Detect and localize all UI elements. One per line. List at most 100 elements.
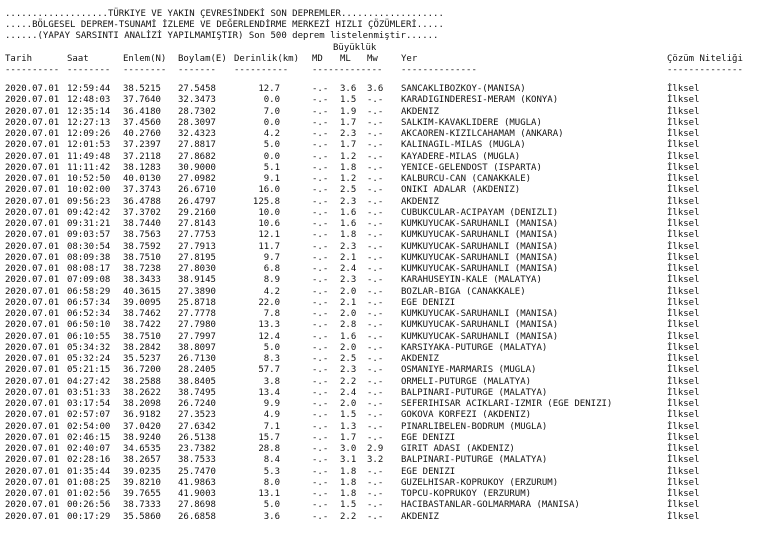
row-date: 2020.07.01 [5,106,60,117]
row-date: 2020.07.01 [5,95,60,106]
row-quality: İlksel [667,387,700,398]
row-ml: 2.5 [340,185,357,196]
row-md: -.- [312,477,329,488]
row-place: AKDENIZ [401,354,439,364]
row-longitude: 25.8718 [178,297,216,308]
row-depth: 0.0 [263,95,280,106]
row-time: 05:32:24 [67,354,111,364]
row-longitude: 26.7240 [178,399,216,409]
row-md: -.- [312,376,329,387]
row-date: 2020.07.01 [5,432,60,443]
row-mw: -.- [367,185,384,196]
row-mw: -.- [367,376,384,387]
row-date: 2020.07.01 [5,162,60,173]
row-date: 2020.07.01 [5,365,60,376]
row-depth: 16.0 [258,185,280,196]
row-quality: İlksel [667,399,700,409]
row-depth: 9.7 [263,252,280,263]
row-md: -.- [312,84,329,94]
row-md: -.- [312,275,329,286]
row-quality: İlksel [667,129,700,139]
row-date: 2020.07.01 [5,376,60,387]
dash-saat: -------- [67,65,111,75]
row-longitude: 26.4797 [178,196,216,207]
row-quality: İlksel [667,106,700,117]
row-mw: -.- [367,410,384,421]
col-mw: Mw [367,54,378,64]
row-depth: 11.7 [258,241,280,252]
row-latitude: 40.3615 [123,286,161,297]
row-ml: 2.3 [340,241,357,252]
row-depth: 8.0 [263,477,280,488]
row-depth: 13.1 [258,489,280,499]
row-longitude: 28.3097 [178,117,216,128]
row-latitude: 37.3702 [123,207,161,218]
row-latitude: 39.0095 [123,297,161,308]
col-boylam: Boylam(E) [178,54,227,64]
row-date: 2020.07.01 [5,174,60,184]
row-depth: 3.8 [263,376,280,387]
row-mw: -.- [367,106,384,117]
row-latitude: 38.7440 [123,219,161,229]
magnitude-group-header: Büyüklük [333,43,377,53]
row-ml: 1.5 [340,95,357,106]
row-quality: İlksel [667,354,700,364]
row-date: 2020.07.01 [5,297,60,308]
row-depth: 12.4 [258,331,280,342]
row-latitude: 37.7640 [123,95,161,106]
row-md: -.- [312,117,329,128]
row-date: 2020.07.01 [5,275,60,286]
row-date: 2020.07.01 [5,219,60,229]
row-date: 2020.07.01 [5,466,60,477]
row-latitude: 38.2657 [123,455,161,466]
row-time: 05:34:32 [67,342,111,353]
row-place: GUZELHISAR-KOPRUKOY (ERZURUM) [401,477,559,488]
row-ml: 3.6 [340,84,357,94]
row-time: 09:31:21 [67,219,111,229]
row-depth: 13.4 [258,387,280,398]
row-date: 2020.07.01 [5,320,60,331]
row-date: 2020.07.01 [5,489,60,499]
row-quality: İlksel [667,376,700,387]
row-time: 00:17:29 [67,511,111,522]
row-time: 08:30:54 [67,241,111,252]
row-date: 2020.07.01 [5,342,60,353]
row-mw: -.- [367,320,384,331]
row-depth: 0.0 [263,151,280,162]
row-longitude: 23.7382 [178,444,216,454]
row-depth: 0.0 [263,117,280,128]
row-quality: İlksel [667,455,700,466]
row-latitude: 38.7510 [123,331,161,342]
row-ml: 2.0 [340,399,357,409]
row-time: 12:48:03 [67,95,111,106]
row-ml: 1.7 [340,432,357,443]
row-time: 07:09:08 [67,275,111,286]
row-latitude: 40.2760 [123,129,161,139]
row-time: 12:59:44 [67,84,111,94]
row-ml: 1.6 [340,219,357,229]
row-depth: 7.1 [263,421,280,432]
row-md: -.- [312,219,329,229]
row-longitude: 27.5458 [178,84,216,94]
row-latitude: 38.1283 [123,162,161,173]
dash-yer: -------------- [401,65,477,75]
row-md: -.- [312,196,329,207]
row-ml: 2.3 [340,365,357,376]
row-ml: 1.2 [340,174,357,184]
row-md: -.- [312,500,329,511]
header-line-2: .....BÖLGESEL DEPREM-TSUNAMİ İZLEME VE D… [5,20,444,30]
row-md: -.- [312,342,329,353]
row-place: SEFERIHISAR ACIKLARI-IZMIR (EGE DENIZI) [401,399,613,409]
row-depth: 22.0 [258,297,280,308]
row-quality: İlksel [667,140,700,151]
row-depth: 4.2 [263,286,280,297]
row-latitude: 37.2397 [123,140,161,151]
row-latitude: 40.0130 [123,174,161,184]
row-depth: 4.2 [263,129,280,139]
row-date: 2020.07.01 [5,455,60,466]
row-longitude: 27.8698 [178,500,216,511]
row-time: 06:57:34 [67,297,111,308]
row-ml: 3.0 [340,444,357,454]
row-ml: 2.5 [340,354,357,364]
row-longitude: 41.9003 [178,489,216,499]
